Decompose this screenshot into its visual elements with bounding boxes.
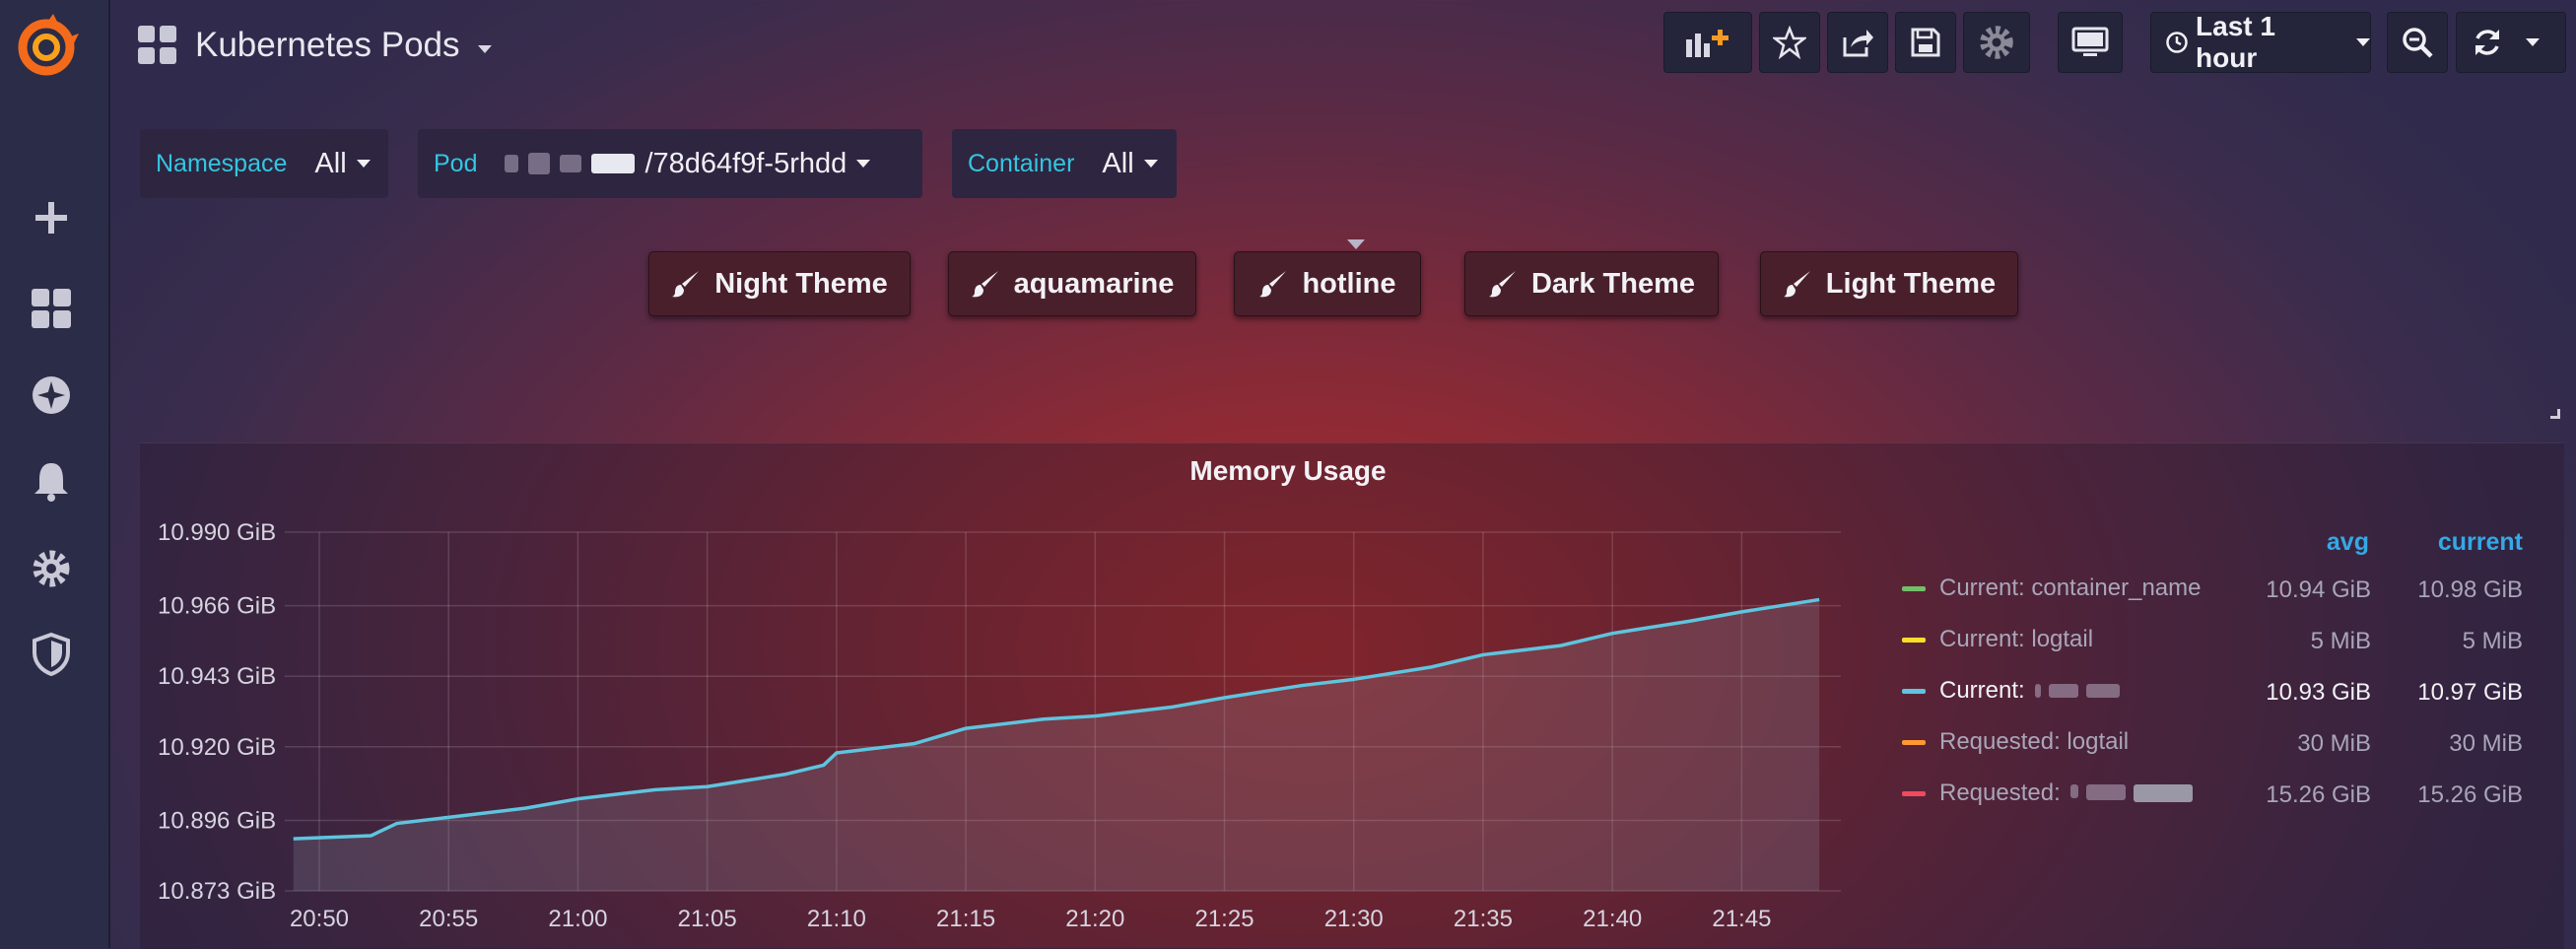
legend-item-current: 15.26 GiB <box>2375 781 2523 809</box>
redacted-text <box>2035 684 2120 698</box>
configuration-gear-icon[interactable] <box>28 545 75 592</box>
theme-dark-button[interactable]: Dark Theme <box>1464 251 1719 316</box>
theme-night-button[interactable]: Night Theme <box>648 251 911 316</box>
refresh-icon <box>2471 26 2504 59</box>
legend-item-current: 10.97 GiB <box>2375 679 2523 707</box>
variable-container[interactable]: Container All <box>952 129 1177 198</box>
chevron-down-icon <box>478 45 492 53</box>
theme-light-label: Light Theme <box>1826 268 1996 301</box>
variable-namespace-value: All <box>314 148 346 180</box>
variable-pod-label: Pod <box>434 150 477 178</box>
redacted-text <box>505 153 635 174</box>
star-button[interactable] <box>1759 12 1820 73</box>
legend-header-current[interactable]: current <box>2385 528 2523 557</box>
resize-handle-icon[interactable] <box>2550 409 2560 419</box>
theme-light-button[interactable]: Light Theme <box>1760 251 2018 316</box>
dashboard-title-picker[interactable]: Kubernetes Pods <box>138 18 492 73</box>
redacted-text <box>2070 784 2193 802</box>
dashboard-title: Kubernetes Pods <box>195 26 460 65</box>
legend-item-name: Requested: <box>1939 780 2061 807</box>
variable-container-label: Container <box>968 150 1074 178</box>
share-icon <box>1841 26 1874 59</box>
shield-icon[interactable] <box>28 631 75 678</box>
panel-title[interactable]: Memory Usage <box>0 455 2576 487</box>
theme-hotline-button[interactable]: hotline <box>1234 251 1421 316</box>
legend-item-name: Current: logtail <box>1939 626 2093 653</box>
save-button[interactable] <box>1895 12 1956 73</box>
brush-icon <box>971 269 1000 299</box>
gear-icon <box>1978 24 2015 61</box>
explore-compass-icon[interactable] <box>28 372 75 419</box>
brush-icon <box>1258 269 1288 299</box>
clock-icon <box>2165 31 2188 54</box>
variable-container-value: All <box>1102 148 1133 180</box>
settings-button[interactable] <box>1963 12 2030 73</box>
legend-item-name: Requested: logtail <box>1939 728 2129 756</box>
monitor-icon <box>2071 27 2109 58</box>
legend-item-current: 5 MiB <box>2375 628 2523 655</box>
refresh-button[interactable] <box>2456 12 2566 73</box>
dashboards-icon[interactable] <box>28 285 75 332</box>
tv-mode-button[interactable] <box>2058 12 2123 73</box>
save-icon <box>1910 27 1941 58</box>
variable-pod-value: /78d64f9f-5rhdd <box>644 148 847 180</box>
legend-item-name: Current: container_name <box>1939 575 2201 602</box>
variable-namespace[interactable]: Namespace All <box>140 129 388 198</box>
legend-item[interactable]: Current: container_name <box>1902 571 2201 606</box>
memory-usage-panel <box>140 442 2564 949</box>
time-range-picker[interactable]: Last 1 hour <box>2150 12 2371 73</box>
legend-item-current: 10.98 GiB <box>2375 576 2523 604</box>
time-range-label: Last 1 hour <box>2196 11 2339 74</box>
chevron-down-icon <box>1144 160 1158 168</box>
chevron-down-icon <box>856 160 870 168</box>
variable-pod[interactable]: Pod /78d64f9f-5rhdd <box>418 129 922 198</box>
brush-icon <box>1488 269 1518 299</box>
chevron-down-icon <box>357 160 371 168</box>
legend-item-current: 30 MiB <box>2375 730 2523 758</box>
legend-item[interactable]: Current: logtail <box>1902 622 2093 657</box>
legend-swatch <box>1902 791 1926 796</box>
variable-namespace-label: Namespace <box>156 150 287 178</box>
chevron-down-icon <box>2356 38 2370 46</box>
plus-icon[interactable] <box>28 194 75 241</box>
legend-item-avg: 10.93 GiB <box>2223 679 2371 707</box>
zoom-out-icon <box>2401 26 2434 59</box>
legend-item-name: Current: <box>1939 677 2025 705</box>
theme-aquamarine-button[interactable]: aquamarine <box>948 251 1196 316</box>
grafana-logo-icon[interactable] <box>14 10 93 77</box>
theme-hotline-label: hotline <box>1302 268 1395 301</box>
legend-swatch <box>1902 689 1926 694</box>
share-button[interactable] <box>1827 12 1888 73</box>
dashboard-grid-icon <box>138 26 177 65</box>
add-panel-button[interactable] <box>1663 12 1752 73</box>
theme-aquamarine-label: aquamarine <box>1014 268 1175 301</box>
add-panel-icon <box>1684 26 1731 59</box>
legend-swatch <box>1902 740 1926 745</box>
legend-swatch <box>1902 638 1926 643</box>
chevron-down-icon <box>2526 38 2540 46</box>
legend-item[interactable]: Current: <box>1902 673 2120 709</box>
brush-icon <box>1783 269 1812 299</box>
legend-item[interactable]: Requested: <box>1902 776 2193 811</box>
star-icon <box>1773 26 1806 59</box>
theme-dark-label: Dark Theme <box>1531 268 1695 301</box>
legend-item-avg: 10.94 GiB <box>2223 576 2371 604</box>
legend-item-avg: 5 MiB <box>2223 628 2371 655</box>
zoom-out-button[interactable] <box>2387 12 2448 73</box>
legend-item[interactable]: Requested: logtail <box>1902 724 2129 760</box>
brush-icon <box>671 269 701 299</box>
legend-item-avg: 15.26 GiB <box>2223 781 2371 809</box>
legend-item-avg: 30 MiB <box>2223 730 2371 758</box>
legend-header-avg[interactable]: avg <box>2278 528 2369 557</box>
theme-row-indicator-icon <box>1347 239 1365 249</box>
legend-swatch <box>1902 586 1926 591</box>
theme-night-label: Night Theme <box>714 268 888 301</box>
